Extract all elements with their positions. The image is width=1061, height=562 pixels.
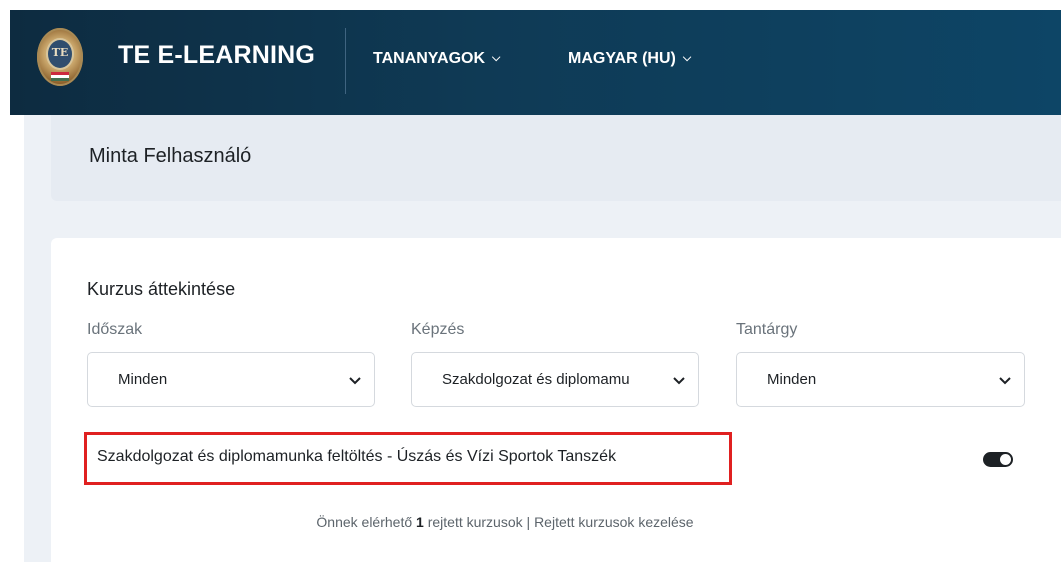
university-logo[interactable]: TE: [37, 28, 83, 86]
nav-tananyagok-menu[interactable]: TANANYAGOK ⌵: [373, 50, 500, 68]
nav-tananyagok-label: TANANYAGOK: [373, 50, 486, 67]
logo-emblem: TE: [46, 38, 74, 70]
left-margin: [10, 115, 24, 562]
filter-label-subject: Tantárgy: [736, 321, 798, 338]
logo-flag: [51, 72, 69, 81]
filter-label-period: Időszak: [87, 321, 143, 338]
user-header-card: Minta Felhasználó: [51, 115, 1061, 201]
chevron-down-icon: [999, 377, 1011, 385]
period-select-value: Minden: [118, 371, 168, 388]
brand-title[interactable]: TE E-LEARNING: [118, 41, 315, 70]
subject-select-value: Minden: [767, 371, 817, 388]
chevron-down-icon: ⌵: [682, 52, 692, 64]
section-title: Kurzus áttekintése: [87, 279, 236, 299]
footer-separator: |: [526, 514, 531, 530]
manage-hidden-courses-link[interactable]: Rejtett kurzusok kezelése: [534, 514, 694, 530]
period-select[interactable]: Minden: [87, 352, 375, 407]
navbar-divider: [345, 28, 346, 94]
top-navbar: TE TE E-LEARNING TANANYAGOK ⌵ MAGYAR (HU)…: [10, 10, 1061, 115]
subject-select[interactable]: Minden: [736, 352, 1025, 407]
course-list-item[interactable]: Szakdolgozat és diplomamunka feltöltés -…: [84, 432, 732, 485]
nav-language-label: MAGYAR (HU): [568, 50, 676, 67]
chevron-down-icon: ⌵: [492, 52, 501, 64]
filter-label-program: Képzés: [411, 321, 465, 338]
program-select-value: Szakdolgozat és diplomamu: [442, 371, 630, 388]
chevron-down-icon: [673, 377, 685, 385]
nav-language-menu[interactable]: MAGYAR (HU) ⌵: [568, 50, 691, 68]
hidden-courses-prefix: Önnek elérhető: [316, 514, 413, 530]
course-overview-card: Kurzus áttekintése Időszak Képzés Tantár…: [51, 238, 1061, 562]
course-title-link[interactable]: Szakdolgozat és diplomamunka feltöltés -…: [97, 448, 616, 466]
hidden-courses-info: Önnek elérhető 1 rejtett kurzusok | Rejt…: [51, 514, 959, 530]
program-select[interactable]: Szakdolgozat és diplomamu: [411, 352, 699, 407]
toggle-icon[interactable]: [983, 452, 1013, 467]
toggle-knob: [1000, 454, 1011, 465]
hidden-courses-count: 1: [416, 514, 424, 530]
chevron-down-icon: [349, 377, 361, 385]
hidden-courses-suffix: rejtett kurzusok: [427, 514, 523, 530]
page-title: Minta Felhasználó: [89, 145, 252, 167]
